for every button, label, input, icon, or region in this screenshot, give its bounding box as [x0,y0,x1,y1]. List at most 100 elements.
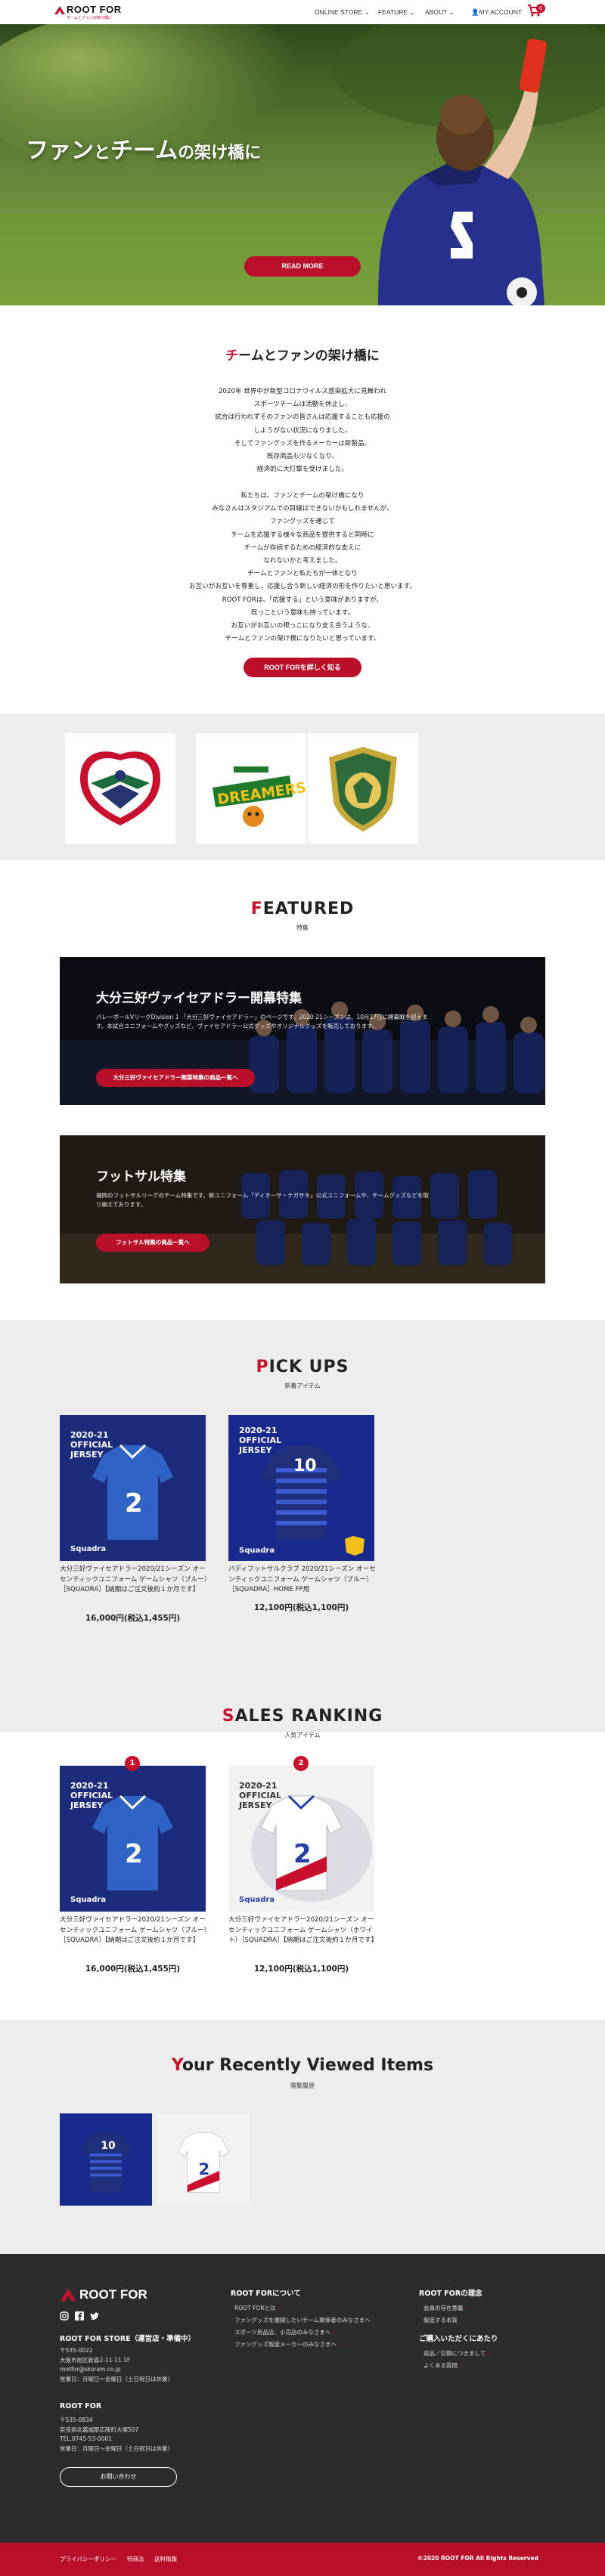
chevron-right-icon: › [333,2329,336,2336]
instagram-icon[interactable] [60,2311,69,2321]
footer-philosophy-heading: ROOT FORの理念 [419,2290,482,2298]
team-logo-card[interactable] [308,733,418,844]
hero-copy-bridge: の架け橋に [178,144,262,163]
jersey-brand-text: Squadra [70,1545,106,1553]
footer-law-link[interactable]: 特商法 [127,2555,144,2563]
jersey-brand-text: Squadra [239,1896,275,1904]
site-footer: ROOT FOR ROOT FOR STORE（運営店・準備中） 〒535-00… [0,2254,605,2543]
intro-line: しようがない状況になりました。 [253,426,352,435]
ranking-title-rest: ALES RANKING [234,1707,383,1726]
product-price: 12,100円(税込1,100円) [253,1603,349,1612]
feature-volleyball-button[interactable]: 大分三好ヴァイセアドラー開幕特集の商品一覧へ [96,1069,255,1087]
chevron-right-icon: › [278,2305,281,2311]
svg-text:2: 2 [125,1839,143,1869]
footer-link[interactable]: 製造する本質 › [424,2316,462,2324]
footer-link-label: 返品／交換につきまして [424,2350,486,2357]
ranking-title: SALES RANKING [0,1707,605,1726]
product-image[interactable]: 10 2020-21 OFFICIAL JERSEY Squadra [228,1415,374,1561]
hero-copy-fan: ファン [26,138,94,164]
jersey-label-text: JERSEY [70,1450,104,1460]
product-price: 16,000円(税込1,455円) [85,1614,181,1623]
svg-text:2: 2 [198,2160,209,2179]
ranking-title-first: S [222,1707,235,1726]
about-root-for-button[interactable]: ROOT FORを詳しく知る [244,658,361,677]
cart-count-badge: 0 [536,4,545,13]
team-logo-card[interactable] [65,733,175,844]
footer-link-label: 会員の存在意義 [424,2305,464,2311]
nav-online-store[interactable]: ONLINE STORE ⌄ [315,8,370,17]
jersey-label-text: JERSEY [70,1800,104,1810]
intro-title-first: チ [225,348,239,364]
pickups-subtitle: 新着アイテム [284,1382,321,1389]
footer-shipping-link[interactable]: 送料情報 [154,2555,177,2563]
pickups-title: PICK UPS [0,1358,605,1376]
product-price: 12,100円(税込1,100円) [253,1965,349,1974]
footer-about-heading: ROOT FORについて [231,2290,301,2298]
read-more-button[interactable]: READ MORE [244,256,361,277]
nav-my-account[interactable]: 👤MY ACCOUNT [471,8,522,17]
contact-button[interactable]: お問い合わせ [60,2467,177,2487]
recent-subtitle: 閲覧履歴 [290,2082,315,2089]
footer-link[interactable]: スポーツ用品店、小売店のみなさまへ › [234,2328,335,2336]
jersey-official-text: OFFICIAL [239,1435,281,1445]
recent-item-image[interactable]: 2 [157,2113,250,2206]
intro-line: 私たちは、ファンとチームの架け橋になり [240,492,365,500]
product-name[interactable]: バディフットサルクラブ 2020/21シーズン オーセンティックユニフォーム ゲ… [228,1565,380,1596]
product-name[interactable]: 大分三好ヴァイセアドラー2020/21シーズン オーセンティックユニフォーム ゲ… [60,1915,211,1946]
nav-label: ABOUT [425,8,448,16]
logo-text: ROOT FOR [67,4,122,15]
footer-link[interactable]: ファングッズ製造メーカーのみなさまへ › [234,2340,341,2348]
logo-tagline: チームとファンの架け橋に [67,16,112,20]
jersey-season-text: 2020-21 [239,1426,278,1435]
footer-logo-text: ROOT FOR [79,2287,147,2302]
footer-email[interactable]: rootfor@skoram.co.jp [60,2365,173,2375]
footer-text-line: 奈良県北葛城郡広陵町大塚507 [60,2426,139,2433]
product-price: 16,000円(税込1,455円) [85,1965,181,1974]
featured-subtitle: 特集 [296,924,309,931]
team-logo-card[interactable]: DREAMERS [196,733,307,844]
intro-line: ROOT FORは、「応援する」という意味がありますが、 [222,596,383,604]
intro-line: なれないかと考えました。 [263,557,342,565]
footer-link[interactable]: 会員の存在意義 › [424,2304,468,2312]
nav-feature[interactable]: FEATURE ⌄ [378,8,415,17]
footer-policy-link[interactable]: プライバシーポリシー [60,2555,116,2563]
nav-about[interactable]: ABOUT ⌄ [425,8,455,17]
jersey-label-text: JERSEY [238,1445,273,1455]
footer-store-heading: ROOT FOR STORE（運営店・準備中） [60,2335,196,2343]
intro-line: みなさんはスタジアムでの目線はできないかもしれませんが、 [212,505,393,513]
footer-link[interactable]: 返品／交換につきまして › [424,2349,490,2358]
recent-title-rest: our Recently Viewed Items [182,2056,434,2075]
footer-text-line: 営業日：月曜日～金曜日（土日祝日は休業） [60,2444,173,2452]
footer-bottom-bar: プライバシーポリシー 特商法 送料情報 ©2020 ROOT FOR All R… [0,2543,605,2576]
pickups-title-first: P [256,1358,269,1376]
footer-link-label: 製造する本質 [424,2317,458,2324]
chevron-right-icon: › [460,2317,462,2324]
footer-link[interactable]: ROOT FORとは › [234,2304,280,2312]
jersey-season-text: 2020-21 [70,1430,109,1440]
feature-futsal-button[interactable]: フットサル特集の商品一覧へ [96,1234,209,1252]
product-image[interactable]: 2 2020-21 OFFICIAL JERSEY Squadra [228,1766,374,1912]
feature-card-futsal[interactable]: フットサル特集 福岡のフットサルリーグのチーム特集です。新ユニフォーム「ディオー… [60,1135,545,1283]
intro-line: 試合は行われずそのファンの皆さんは応援することも応援の [215,413,390,422]
intro-line: そしてファングッズを作るメーカーは新製品、 [234,439,371,447]
feature-card-volleyball[interactable]: 大分三好ヴァイセアドラー開幕特集 バレーボールVリーグDivision 1 「大… [60,957,545,1105]
twitter-icon[interactable] [90,2311,99,2321]
recent-item-image[interactable]: 10 [60,2113,152,2206]
intro-paragraph-2: 私たちは、ファンとチームの架け橋になり みなさんはスタジアムでの目線はできないか… [106,490,499,646]
product-image[interactable]: 2 2020-21 OFFICIAL JERSEY Squadra [60,1415,206,1561]
footer-link-label: よくある質問 [424,2362,458,2369]
footer-link-label: ファングッズ製造メーカーのみなさまへ [234,2341,337,2348]
feature-text: 福岡のフットサルリーグのチーム特集です。新ユニフォーム「ディオーサ・ナガサキ」公… [96,1192,429,1208]
footer-link[interactable]: ファングッズを展開したいチーム関係者のみなさまへ › [234,2316,375,2324]
facebook-icon[interactable] [75,2311,84,2321]
chevron-down-icon: ⌄ [409,8,415,16]
intro-line: ファングッズを通じて [270,518,335,526]
product-name[interactable]: 大分三好ヴァイセアドラー2020/21シーズン オーセンティックユニフォーム ゲ… [60,1565,211,1596]
footer-link[interactable]: よくある質問 › [424,2361,462,2370]
futsal-team-photo [60,1135,545,1283]
product-name[interactable]: 大分三好ヴァイセアドラー2020/21シーズン オーセンティックユニフォーム ゲ… [228,1915,380,1946]
chevron-right-icon: › [488,2350,491,2357]
intro-line: お互いがお互いの根っこになり支え合うような、 [231,622,374,630]
chevron-right-icon: › [465,2305,468,2311]
product-image[interactable]: 2 2020-21 OFFICIAL JERSEY Squadra [60,1766,206,1912]
